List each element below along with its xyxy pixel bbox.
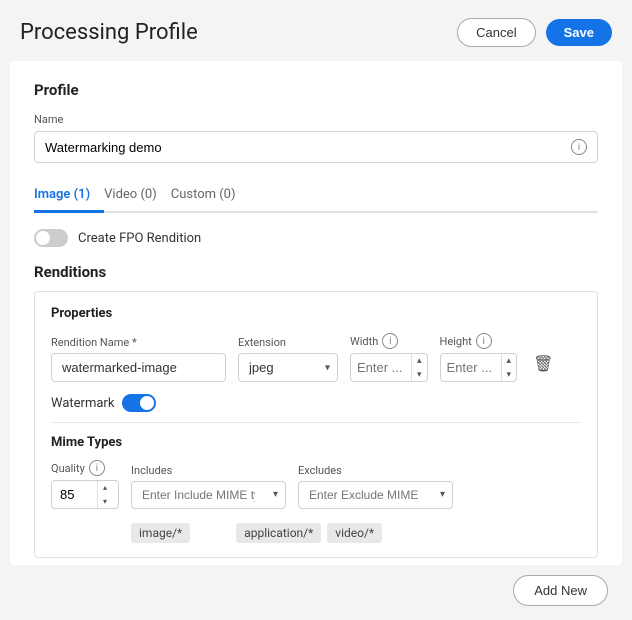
mime-row: Quality i ▴ ▾ [51,460,581,508]
cancel-button[interactable]: Cancel [457,18,535,47]
height-field: Height i ▴ ▾ [440,333,518,382]
includes-label: Includes [131,464,286,477]
excludes-wrap: ▾ [298,481,453,509]
trash-col: 🗑 [529,350,557,382]
tabs: Image (1) Video (0) Custom (0) [34,179,598,213]
exclude-tag-video: video/* [327,523,382,543]
height-spinner-btns: ▴ ▾ [501,354,517,381]
quality-btns: ▴ ▾ [97,481,112,507]
height-input[interactable] [441,354,501,381]
exclude-tag-application: application/* [236,523,321,543]
includes-field: Includes ▾ [131,464,286,509]
tab-image[interactable]: Image (1) [34,179,104,213]
header-actions: Cancel Save [457,18,612,47]
page: Processing Profile Cancel Save Profile N… [0,0,632,620]
excludes-input[interactable] [298,481,453,509]
extension-select-wrap: jpeg png gif webp tiff ▾ [238,353,338,382]
watermark-toggle[interactable] [122,394,156,412]
save-button[interactable]: Save [546,19,612,46]
width-decrement[interactable]: ▾ [412,368,427,382]
properties-title: Properties [51,306,581,321]
quality-field: Quality i ▴ ▾ [51,460,119,508]
height-label: Height i [440,333,518,349]
quality-spinner: ▴ ▾ [51,480,119,508]
quality-increment[interactable]: ▴ [98,481,112,494]
height-info-icon: i [476,333,492,349]
excludes-field: Excludes ▾ [298,464,453,509]
page-title: Processing Profile [20,20,198,45]
delete-rendition-button[interactable]: 🗑 [529,350,557,378]
include-tag-image: image/* [131,523,190,543]
exclude-tags-row: application/* video/* [236,523,382,543]
quality-info-icon: i [89,460,105,476]
width-field: Width i ▴ ▾ [350,333,428,382]
width-spinner-btns: ▴ ▾ [411,354,427,381]
rendition-name-label: Rendition Name * [51,336,226,349]
fpo-label: Create FPO Rendition [78,231,201,246]
include-tags-row: image/* [131,523,190,543]
quality-input-row: ▴ ▾ [52,481,118,507]
excludes-label: Excludes [298,464,453,477]
width-input[interactable] [351,354,411,381]
name-label: Name [34,113,598,126]
properties-box: Properties Rendition Name * Extension [34,291,598,558]
extension-field: Extension jpeg png gif webp tiff ▾ [238,336,338,382]
includes-input[interactable] [131,481,286,509]
quality-input[interactable] [52,482,97,507]
width-info-icon: i [382,333,398,349]
mime-title: Mime Types [51,435,581,450]
height-increment[interactable]: ▴ [502,354,517,368]
width-label: Width i [350,333,428,349]
quality-decrement[interactable]: ▾ [98,495,112,508]
divider [51,422,581,423]
height-spinner: ▴ ▾ [440,353,518,382]
add-new-button[interactable]: Add New [513,575,608,606]
tags-area: image/* application/* video/* [131,517,581,543]
header: Processing Profile Cancel Save [0,0,632,61]
renditions-section: Renditions Properties Rendition Name * E… [34,263,598,558]
extension-label: Extension [238,336,338,349]
mime-section: Mime Types Quality i [51,435,581,542]
quality-label: Quality i [51,460,119,476]
rendition-name-input[interactable] [51,353,226,382]
width-spinner: ▴ ▾ [350,353,428,382]
profile-section-title: Profile [34,81,598,99]
renditions-title: Renditions [34,263,598,281]
height-decrement[interactable]: ▾ [502,368,517,382]
main-content: Profile Name i Image (1) Video (0) Custo… [10,61,622,565]
width-increment[interactable]: ▴ [412,354,427,368]
profile-section: Profile Name i [34,81,598,163]
rendition-name-field: Rendition Name * [51,336,226,382]
name-info-icon: i [571,139,587,155]
includes-wrap: ▾ [131,481,286,509]
tab-video[interactable]: Video (0) [104,179,171,213]
watermark-row: Watermark [51,394,581,412]
fpo-toggle[interactable] [34,229,68,247]
tab-custom[interactable]: Custom (0) [171,179,250,213]
name-input-wrap: i [34,131,598,163]
name-input[interactable] [45,140,571,155]
fpo-toggle-row: Create FPO Rendition [34,229,598,247]
props-row: Rendition Name * Extension jpeg png gif … [51,333,581,382]
footer: Add New [0,575,632,620]
extension-select[interactable]: jpeg png gif webp tiff [238,353,338,382]
watermark-label: Watermark [51,396,114,411]
